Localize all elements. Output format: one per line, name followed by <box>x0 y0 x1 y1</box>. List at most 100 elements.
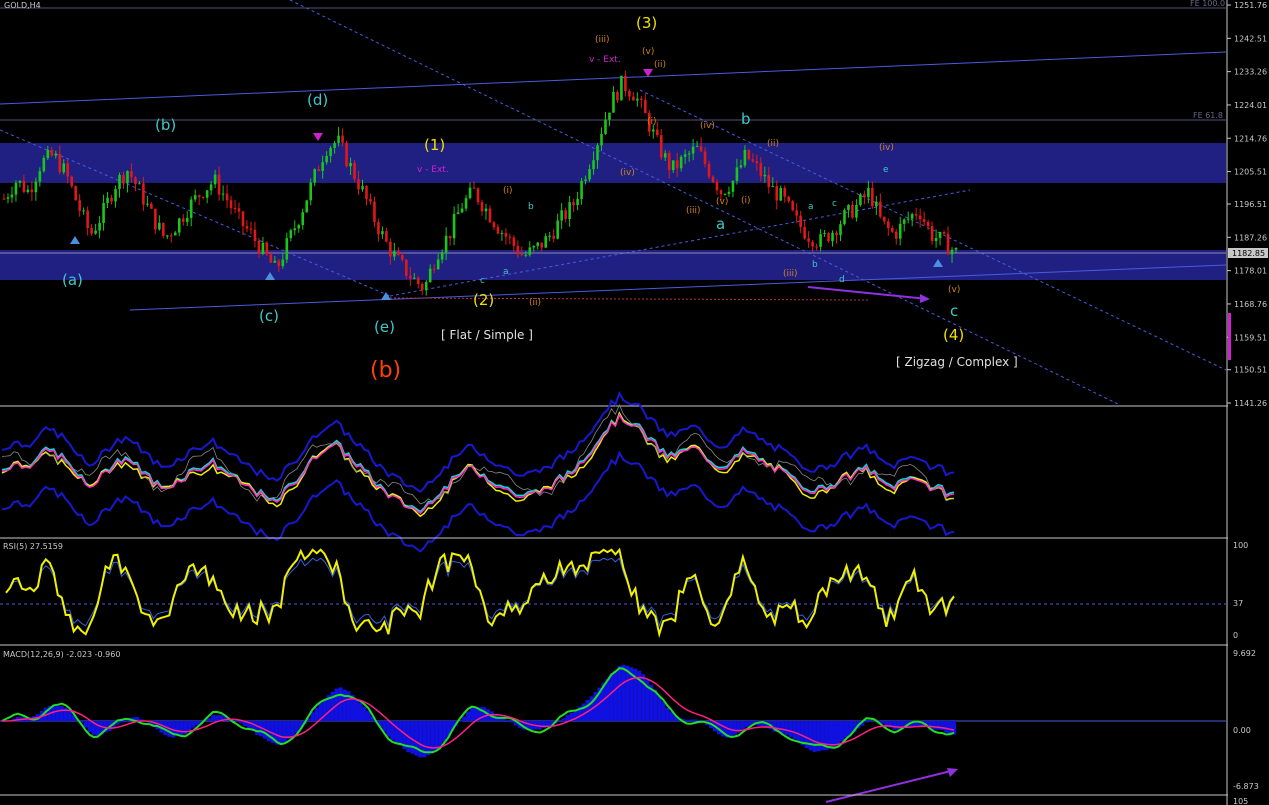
candle-body <box>405 259 408 276</box>
candle-body <box>46 149 50 158</box>
candle-body <box>930 226 934 242</box>
candle-body <box>819 234 822 247</box>
candle-body <box>448 235 452 239</box>
rsi-line <box>5 547 955 639</box>
wave-label-i-o2: (i) <box>503 186 513 196</box>
candle-body <box>954 248 958 250</box>
candle-body <box>803 227 806 239</box>
trend-dashed-3 <box>389 189 971 297</box>
candle-body <box>154 208 157 230</box>
band-yellow <box>1 411 955 518</box>
candle-body <box>679 156 683 169</box>
candle-body <box>667 153 671 171</box>
candle-body <box>731 180 735 192</box>
candle-body <box>245 226 249 229</box>
wave-label-iv-o3: (iv) <box>879 143 894 153</box>
candle-body <box>269 254 273 263</box>
candle-body <box>42 157 46 172</box>
wave-label-ii-o3: (ii) <box>767 139 779 149</box>
candle-body <box>671 160 675 171</box>
candle-body <box>711 176 715 182</box>
candle-body <box>412 277 416 279</box>
candle-body <box>644 99 647 114</box>
candle-body <box>313 169 316 183</box>
wave-label-e: (e) <box>374 318 395 336</box>
candle-body <box>596 145 599 161</box>
candle-body <box>735 167 739 181</box>
wave-label-1: (1) <box>424 136 445 154</box>
candle-body <box>918 215 922 220</box>
divergence-arrow-main <box>807 286 929 300</box>
candle-body <box>568 202 571 219</box>
candle-body <box>528 247 532 255</box>
candle-body <box>122 175 125 184</box>
candle-body <box>815 246 818 248</box>
candle-body <box>229 200 233 209</box>
wave-label-iv-o2: (iv) <box>620 168 635 178</box>
candle-body <box>536 242 540 247</box>
candle-body <box>512 237 516 246</box>
wave-label-vext-1: v - Ext. <box>417 165 449 175</box>
candle-body <box>783 188 787 197</box>
candle-body <box>365 186 368 200</box>
candle-body <box>608 112 611 120</box>
candle-body <box>114 189 117 202</box>
arrow-down-icon <box>313 133 323 141</box>
candle-body <box>651 129 655 132</box>
fib-100-label: FE 100.0 <box>1190 0 1225 8</box>
candle-body <box>142 183 145 205</box>
candle-body <box>612 92 615 113</box>
candle-body <box>361 186 364 190</box>
candle-body <box>572 202 575 206</box>
candle-body <box>424 282 428 291</box>
price-tick-label: 1150.51 <box>1234 366 1267 375</box>
candle-body <box>169 235 173 237</box>
candle-body <box>580 181 583 200</box>
candle-body <box>289 230 293 239</box>
candle-body <box>50 149 54 156</box>
candle-body <box>86 210 89 228</box>
candle-body <box>727 191 731 194</box>
candle-body <box>898 223 902 239</box>
candle-body <box>209 184 213 191</box>
candle-body <box>281 259 285 267</box>
macd-level-bottom: -6.873 <box>1233 782 1259 791</box>
candle-body <box>604 119 607 134</box>
candle-body <box>329 147 332 156</box>
candle-body <box>659 135 663 158</box>
candle-body <box>847 204 850 211</box>
candle-body <box>719 190 723 195</box>
candle-body <box>807 238 810 242</box>
candle-body <box>257 241 261 254</box>
candle-body <box>90 227 93 234</box>
support-red-dotted <box>389 297 871 301</box>
wave-label-iii-o3: (iii) <box>783 269 798 279</box>
candle-body <box>723 193 727 195</box>
candle-body <box>436 259 440 270</box>
candle-body <box>827 233 830 242</box>
candle-body <box>30 189 34 193</box>
arrow-up-icon <box>70 236 80 244</box>
candle-body <box>683 154 687 157</box>
candle-body <box>416 277 420 285</box>
candle-body <box>432 268 436 270</box>
candle-body <box>524 254 528 256</box>
candle-body <box>225 193 229 201</box>
candle-body <box>691 146 695 154</box>
candle-body <box>213 174 217 185</box>
candle-body <box>26 189 30 192</box>
wave-label-iv-o: (iv) <box>700 121 715 131</box>
candle-body <box>636 98 639 101</box>
candle-body <box>6 197 10 199</box>
candle-body <box>687 153 691 155</box>
candle-body <box>468 187 472 199</box>
candle-body <box>843 210 846 225</box>
price-tick-label: 1168.76 <box>1234 300 1267 309</box>
rsi-pane: RSI(5) 27.5159 100 37 0 <box>0 541 1248 646</box>
candle-body <box>393 251 396 257</box>
candle-body <box>767 174 771 188</box>
bottom-pane-level: 105 <box>1233 797 1248 805</box>
wave-label-c-small: c <box>832 199 837 209</box>
candle-body <box>285 238 289 260</box>
candle-body <box>94 230 97 234</box>
